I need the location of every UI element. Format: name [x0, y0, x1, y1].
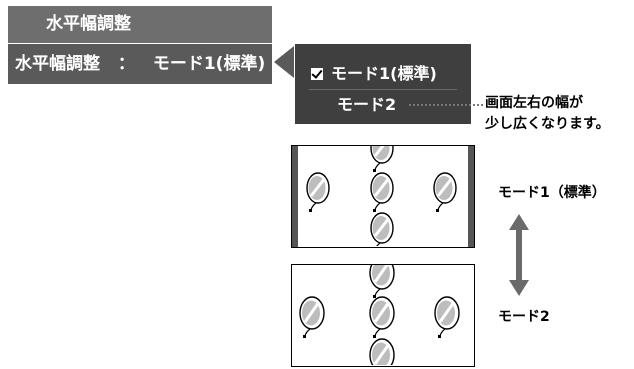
screen-preview-mode1 [291, 145, 475, 248]
callout-note: 画面左右の幅が 少し広くなります。 [485, 93, 610, 135]
option-mode2-label: モード2 [337, 95, 397, 114]
option-mode1[interactable]: モード1(標準) [311, 64, 437, 84]
callout-note-line1: 画面左右の幅が [485, 95, 583, 111]
menu-title-text: 水平幅調整 [46, 14, 131, 34]
balloon-pattern-mode2 [298, 265, 461, 365]
popup-pointer-arrow [274, 46, 294, 78]
popup-divider [309, 89, 457, 90]
menu-item-horizontal-width[interactable]: 水平幅調整 ： モード1(標準) [8, 44, 272, 84]
callout-dotted-line [409, 104, 483, 106]
mode2-label: モード2 [498, 309, 550, 325]
checkbox-checked-icon [311, 68, 323, 80]
options-popup: モード1(標準) モード2 [295, 44, 471, 124]
menu-title: 水平幅調整 [8, 6, 272, 43]
menu-item-value: モード1(標準) [152, 54, 266, 74]
menu-item-separator: ： [117, 54, 135, 74]
double-arrow-icon [509, 214, 529, 296]
menu-item-label: 水平幅調整 [15, 54, 100, 74]
option-mode2[interactable]: モード2 [337, 95, 396, 115]
screen-preview-mode2 [291, 264, 475, 367]
callout-note-line2: 少し広くなります。 [485, 116, 610, 132]
option-mode1-label: モード1(標準) [331, 64, 437, 83]
mode1-label: モード1（標準） [498, 185, 606, 201]
balloon-pattern-mode1 [305, 146, 458, 246]
